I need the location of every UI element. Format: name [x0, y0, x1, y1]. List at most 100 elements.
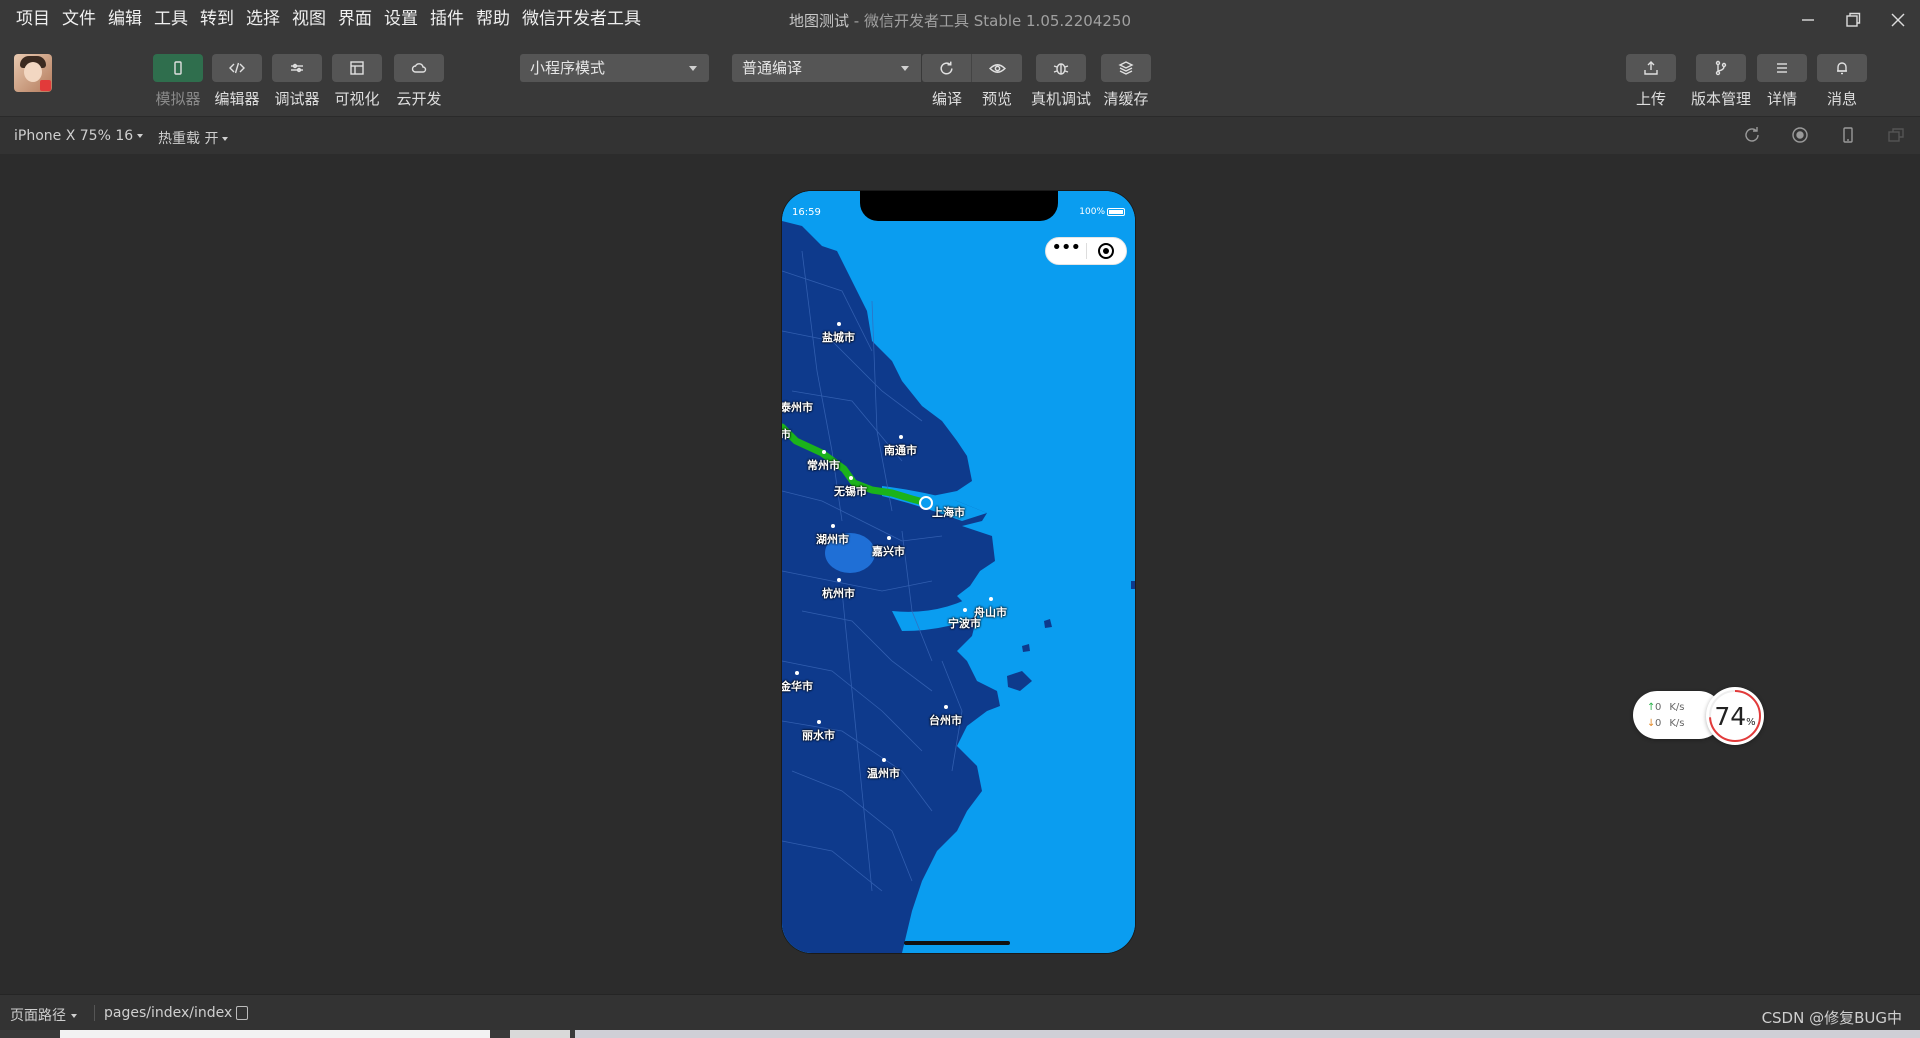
cloud-tool[interactable]: 云开发 [394, 54, 444, 109]
miniprogram-capsule: ••• [1045, 237, 1127, 265]
menu-tools[interactable]: 工具 [148, 8, 194, 30]
real-debug-button[interactable] [1036, 54, 1086, 82]
version-button[interactable] [1696, 54, 1746, 82]
visual-label: 可视化 [334, 90, 380, 108]
messages-button[interactable] [1817, 54, 1867, 82]
menu-project[interactable]: 项目 [10, 8, 56, 30]
cloud-label: 云开发 [396, 90, 442, 108]
simulator-tool[interactable]: 模拟器 [153, 54, 203, 109]
city-label: 市 [782, 428, 791, 441]
menu-settings[interactable]: 设置 [378, 8, 424, 30]
visual-button[interactable] [332, 54, 382, 82]
menu-help[interactable]: 帮助 [470, 8, 516, 30]
compile-select[interactable]: 普通编译 [732, 54, 921, 82]
cloud-icon [411, 63, 427, 73]
real-debug-label: 真机调试 [1031, 90, 1092, 108]
window-title-project: 地图测试 [789, 12, 850, 30]
device-icon[interactable] [1838, 125, 1858, 145]
visual-tool[interactable]: 可视化 [332, 54, 382, 109]
arrow-up-icon: ↑ [1647, 702, 1656, 713]
city-label: 南通市 [884, 435, 917, 457]
menu-wechat-devtools[interactable]: 微信开发者工具 [516, 8, 647, 30]
version-label: 版本管理 [1691, 90, 1752, 108]
minimize-button[interactable] [1785, 0, 1830, 40]
hot-reload-select[interactable]: 热重载 开 [158, 128, 229, 148]
real-debug-tool[interactable]: 真机调试 [1031, 54, 1091, 109]
page-path-select[interactable]: 页面路径 [10, 1005, 77, 1025]
menu-select[interactable]: 选择 [240, 8, 286, 30]
menu-plugins[interactable]: 插件 [424, 8, 470, 30]
more-menu-button[interactable]: ••• [1046, 239, 1086, 257]
mode-select[interactable]: 小程序模式 [520, 54, 709, 82]
copy-icon[interactable] [236, 1006, 248, 1020]
chevron-down-icon [901, 66, 909, 71]
menu: 项目 文件 编辑 工具 转到 选择 视图 界面 设置 插件 帮助 微信开发者工具 [10, 8, 647, 30]
simulator-actions [1742, 125, 1906, 145]
close-button[interactable] [1875, 0, 1920, 40]
clear-cache-tool[interactable]: 清缓存 [1101, 54, 1151, 109]
city-label: 常州市 [807, 450, 840, 472]
city-label: 嘉兴市 [872, 536, 905, 558]
rotate-icon[interactable] [1742, 125, 1762, 145]
simulator-button[interactable] [153, 54, 203, 82]
status-time: 16:59 [792, 207, 821, 218]
menu-view[interactable]: 视图 [286, 8, 332, 30]
network-monitor-widget[interactable]: ↑0 K/s ↓0 K/s 74% [1633, 687, 1769, 745]
upload-tool[interactable]: 上传 [1626, 54, 1676, 109]
record-icon[interactable] [1790, 125, 1810, 145]
city-label: 泰州市 [782, 401, 813, 414]
debugger-button[interactable] [272, 54, 322, 82]
battery-icon [1107, 208, 1125, 216]
device-select-value: iPhone X 75% 16 [14, 128, 134, 144]
upload-speed-value: 0 [1655, 702, 1662, 713]
close-miniprogram-button[interactable] [1086, 243, 1126, 259]
debugger-label: 调试器 [274, 90, 320, 108]
menu-bar: 项目 文件 编辑 工具 转到 选择 视图 界面 设置 插件 帮助 微信开发者工具… [0, 0, 1920, 40]
details-tool[interactable]: 详情 [1757, 54, 1807, 109]
city-label: 丽水市 [802, 720, 835, 742]
editor-button[interactable] [212, 54, 262, 82]
compile-button[interactable] [922, 54, 972, 82]
cloud-button[interactable] [394, 54, 444, 82]
restore-button[interactable] [1830, 0, 1875, 40]
chevron-down-icon [71, 1014, 77, 1018]
devtools-window: 项目 文件 编辑 工具 转到 选择 视图 界面 设置 插件 帮助 微信开发者工具… [0, 0, 1920, 1038]
debugger-tool[interactable]: 调试器 [272, 54, 322, 109]
memory-gauge: 74% [1706, 687, 1764, 745]
upload-icon [1644, 61, 1658, 75]
gauge-percent-sign: % [1746, 717, 1756, 728]
clear-cache-label: 清缓存 [1103, 90, 1149, 108]
detach-window-icon[interactable] [1886, 125, 1906, 145]
download-speed: ↓0 K/s [1647, 718, 1685, 729]
user-avatar[interactable] [14, 54, 52, 92]
status-battery: 100% [1079, 207, 1125, 217]
editor-tool[interactable]: 编辑器 [212, 54, 262, 109]
menu-goto[interactable]: 转到 [194, 8, 240, 30]
menu-icon [1777, 63, 1787, 73]
chevron-down-icon [689, 66, 697, 71]
city-label: 金华市 [782, 671, 813, 693]
map-edge-mark [1131, 581, 1135, 589]
window-title-separator: - [849, 12, 864, 30]
menu-edit[interactable]: 编辑 [102, 8, 148, 30]
device-select[interactable]: iPhone X 75% 16 [14, 128, 144, 144]
bell-icon [1837, 62, 1847, 75]
target-icon [1098, 243, 1115, 259]
status-divider [94, 1005, 95, 1021]
clear-cache-button[interactable] [1101, 54, 1151, 82]
compile-preview-group [922, 54, 1022, 82]
details-label: 详情 [1766, 90, 1797, 108]
map-view[interactable] [782, 191, 1135, 953]
menu-interface[interactable]: 界面 [332, 8, 378, 30]
details-button[interactable] [1757, 54, 1807, 82]
phone-simulator[interactable]: 16:59 100% ••• 盐城市 泰州市 市 南通市 常州市 无锡市 上海市… [782, 191, 1135, 953]
city-label: 盐城市 [822, 322, 855, 344]
eye-icon [988, 63, 1006, 73]
city-label: 温州市 [867, 758, 900, 780]
menu-file[interactable]: 文件 [56, 8, 102, 30]
phone-notch [860, 191, 1058, 221]
preview-button[interactable] [972, 54, 1022, 82]
version-tool[interactable]: 版本管理 [1691, 54, 1751, 109]
upload-button[interactable] [1626, 54, 1676, 82]
messages-tool[interactable]: 消息 [1817, 54, 1867, 109]
